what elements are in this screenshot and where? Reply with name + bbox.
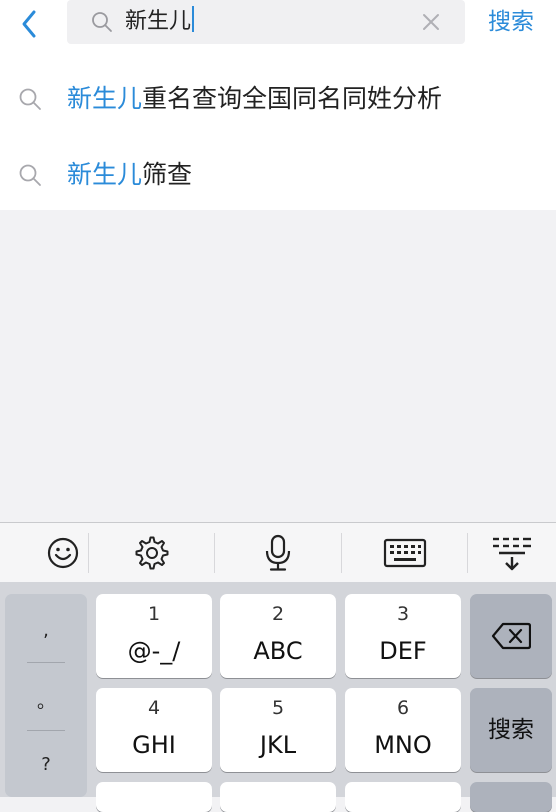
key-letters: MNO bbox=[374, 731, 432, 759]
suggestion-rest: 筛查 bbox=[142, 160, 193, 189]
suggestion-text: 新生儿重名查询全国同名同姓分析 bbox=[67, 82, 442, 116]
suggestion-text: 新生儿筛查 bbox=[67, 158, 192, 192]
keyboard-toolbar bbox=[0, 522, 556, 582]
settings-button[interactable] bbox=[89, 523, 215, 583]
key-9[interactable] bbox=[345, 782, 461, 812]
microphone-icon bbox=[265, 534, 291, 571]
key-letters: ABC bbox=[253, 637, 303, 665]
keyboard: , 。 ? 1 @-_/ 2 ABC 3 DEF 4 GHI 5 JKL 6 M… bbox=[0, 522, 556, 812]
key-letters: JKL bbox=[259, 731, 297, 759]
chevron-left-icon bbox=[22, 10, 36, 38]
key-letters: @-_/ bbox=[127, 637, 181, 665]
key-number: 4 bbox=[147, 697, 161, 719]
key-letters: DEF bbox=[379, 637, 427, 665]
search-header: 新生儿 搜索 新生儿重名查询全国同名同姓分析 新生儿筛查 bbox=[0, 0, 556, 210]
search-enter-key[interactable]: 搜索 bbox=[470, 688, 552, 772]
key-7[interactable] bbox=[96, 782, 212, 812]
punct-question-key[interactable]: ? bbox=[5, 754, 87, 775]
keyboard-switch-button[interactable] bbox=[342, 523, 468, 583]
punct-divider bbox=[27, 662, 65, 663]
punct-comma-key[interactable]: , bbox=[5, 620, 87, 641]
hide-keyboard-button[interactable] bbox=[468, 523, 556, 583]
key-6[interactable]: 6 MNO bbox=[345, 688, 461, 772]
collapse-keyboard-icon bbox=[493, 537, 531, 571]
key-1[interactable]: 1 @-_/ bbox=[96, 594, 212, 678]
suggestion-item[interactable]: 新生儿筛查 bbox=[0, 138, 556, 212]
enter-key-label: 搜索 bbox=[488, 717, 534, 743]
key-number: 6 bbox=[396, 697, 410, 719]
search-query-text: 新生儿 bbox=[125, 9, 192, 34]
punctuation-column[interactable]: , 。 ? bbox=[5, 594, 87, 797]
punct-period-key[interactable]: 。 bbox=[5, 688, 87, 714]
key-number: 3 bbox=[396, 603, 410, 625]
key-number: 5 bbox=[271, 697, 285, 719]
key-number: 1 bbox=[147, 603, 161, 625]
close-icon[interactable] bbox=[419, 10, 443, 34]
text-caret bbox=[192, 6, 195, 32]
search-input[interactable]: 新生儿 bbox=[67, 0, 465, 44]
key-5[interactable]: 5 JKL bbox=[220, 688, 336, 772]
keyboard-icon bbox=[383, 538, 427, 568]
search-query: 新生儿 bbox=[125, 6, 195, 38]
key-letters: GHI bbox=[132, 731, 176, 759]
delete-key[interactable] bbox=[470, 594, 552, 678]
key-8[interactable] bbox=[220, 782, 336, 812]
key-2[interactable]: 2 ABC bbox=[220, 594, 336, 678]
settings-icon bbox=[135, 536, 169, 570]
search-icon bbox=[19, 164, 41, 186]
suggestion-keyword: 新生儿 bbox=[67, 84, 143, 113]
back-button[interactable] bbox=[14, 8, 46, 40]
key-3[interactable]: 3 DEF bbox=[345, 594, 461, 678]
key-4[interactable]: 4 GHI bbox=[96, 688, 212, 772]
punct-divider bbox=[27, 730, 65, 731]
backspace-icon bbox=[491, 622, 531, 650]
suggestion-keyword: 新生儿 bbox=[67, 160, 143, 189]
key-number: 2 bbox=[271, 603, 285, 625]
key-side[interactable] bbox=[470, 782, 552, 812]
emoji-icon bbox=[47, 537, 79, 569]
voice-button[interactable] bbox=[215, 523, 341, 583]
suggestion-item[interactable]: 新生儿重名查询全国同名同姓分析 bbox=[0, 62, 556, 136]
search-button[interactable]: 搜索 bbox=[488, 6, 534, 38]
search-icon bbox=[92, 12, 112, 32]
suggestion-rest: 重名查询全国同名同姓分析 bbox=[142, 84, 443, 113]
search-icon bbox=[19, 88, 41, 110]
